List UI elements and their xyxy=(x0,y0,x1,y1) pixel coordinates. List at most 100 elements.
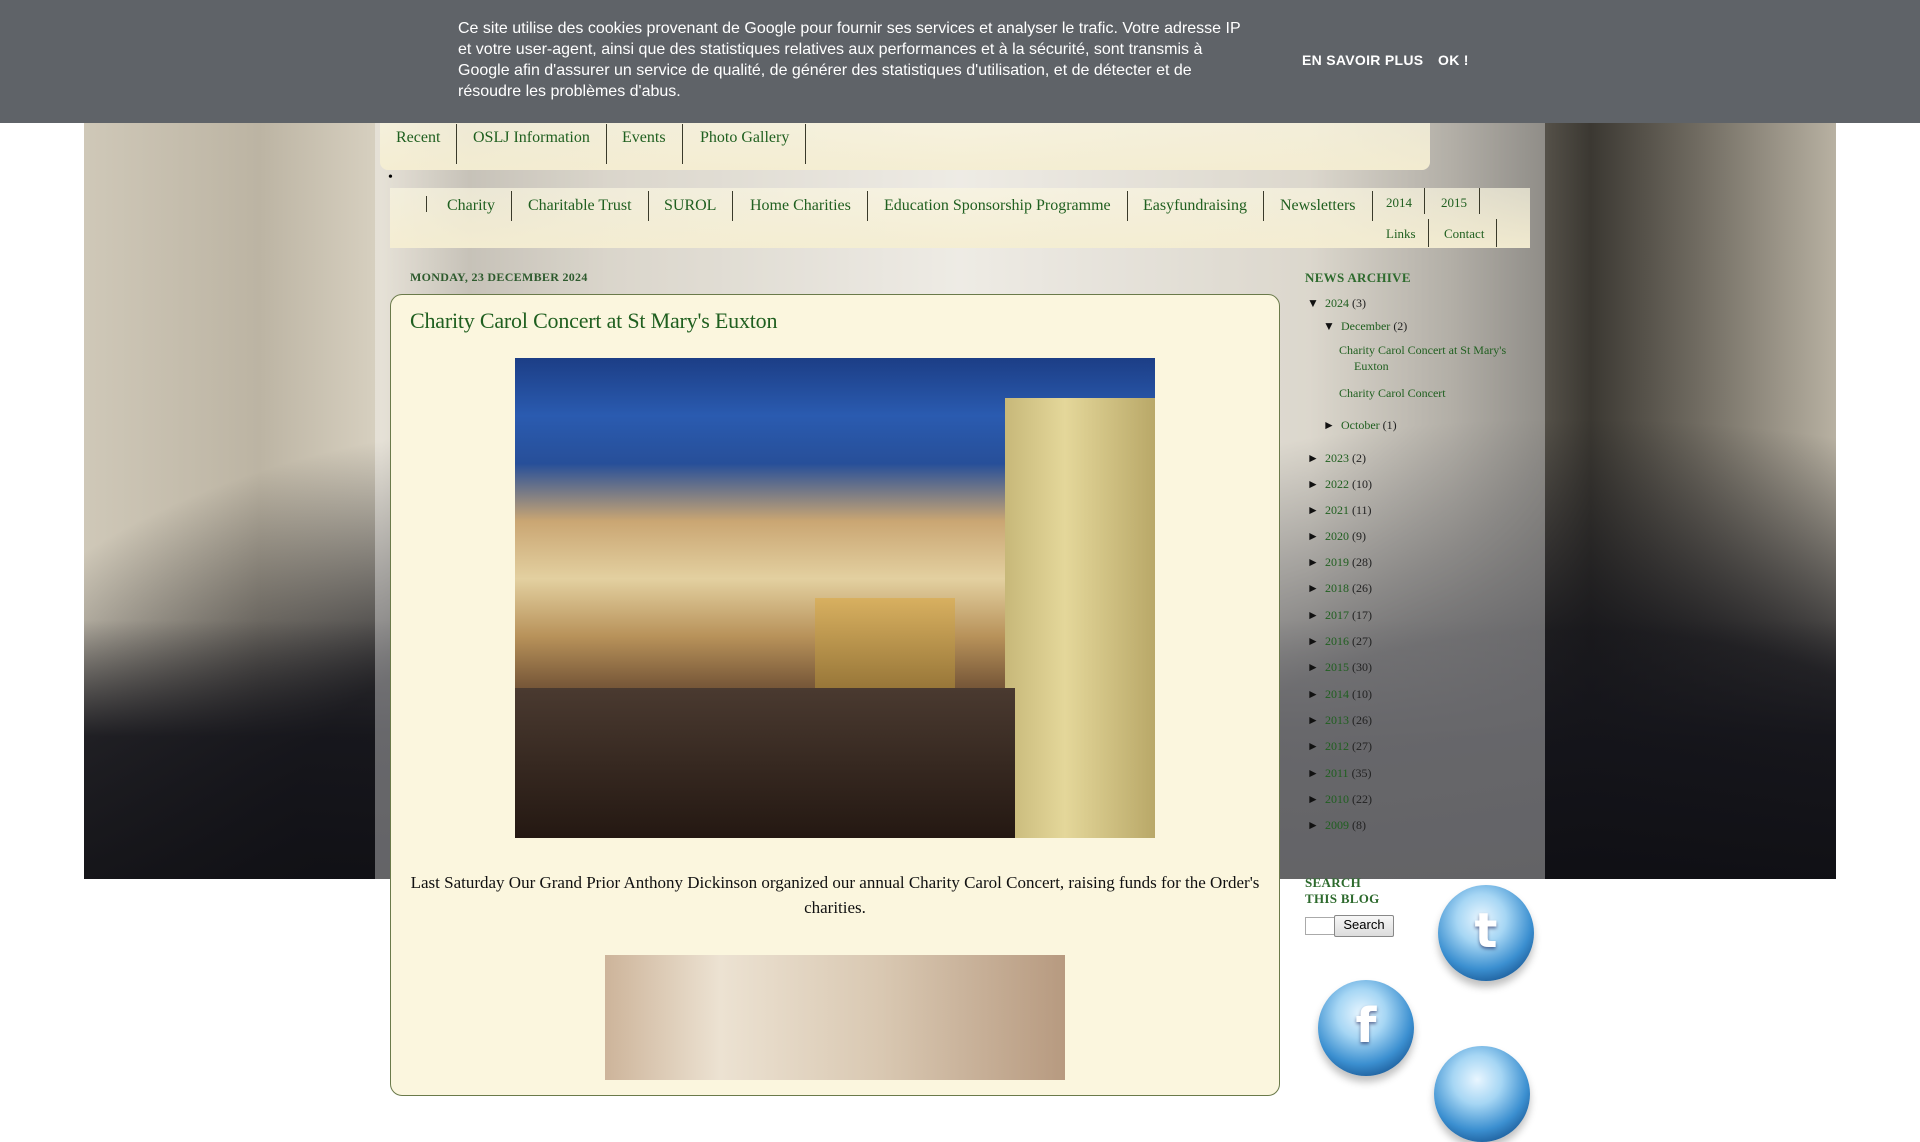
facebook-glyph: f xyxy=(1355,998,1377,1054)
search-heading-line2: THIS BLOG xyxy=(1305,891,1380,906)
archive-year-link[interactable]: 2019 xyxy=(1325,555,1349,569)
archive-year-link[interactable]: 2013 xyxy=(1325,713,1349,727)
expand-toggle[interactable]: ► xyxy=(1307,739,1325,754)
search-input[interactable] xyxy=(1305,917,1337,935)
search-button[interactable]: Search xyxy=(1334,915,1394,937)
tab-2015[interactable]: 2015 xyxy=(1429,188,1480,214)
archive-year-link[interactable]: 2011 xyxy=(1325,766,1349,780)
archive-year: ► 2020 (9) xyxy=(1307,529,1366,544)
tab-newsletters[interactable]: Newsletters xyxy=(1264,191,1373,221)
archive-year-link[interactable]: 2018 xyxy=(1325,581,1349,595)
cookie-ok-button[interactable]: OK ! xyxy=(1438,52,1469,68)
tab-home-charities[interactable]: Home Charities xyxy=(734,191,868,221)
tab-education-sponsorship[interactable]: Education Sponsorship Programme xyxy=(868,191,1128,221)
archive-count: (1) xyxy=(1382,418,1397,432)
search-heading: SEARCH THIS BLOG xyxy=(1305,875,1380,907)
tab-easyfundraising[interactable]: Easyfundraising xyxy=(1127,191,1264,221)
archive-year: ► 2016 (27) xyxy=(1307,634,1372,649)
archive-count: (10) xyxy=(1352,477,1372,491)
archive-month-link[interactable]: October xyxy=(1341,418,1380,432)
expand-toggle[interactable]: ► xyxy=(1307,581,1325,596)
expand-toggle[interactable]: ► xyxy=(1307,660,1325,675)
tab-events[interactable]: Events xyxy=(606,124,683,164)
tab-links[interactable]: Links xyxy=(1374,219,1429,247)
expand-toggle[interactable]: ► xyxy=(1307,451,1325,466)
archive-year-link[interactable]: 2009 xyxy=(1325,818,1349,832)
expand-toggle[interactable]: ► xyxy=(1307,792,1325,807)
archive-count: (22) xyxy=(1352,792,1372,806)
social-icon-partial[interactable] xyxy=(1434,1046,1530,1142)
archive-year: ► 2019 (28) xyxy=(1307,555,1372,570)
tab-oslj-information[interactable]: OSLJ Information xyxy=(457,124,607,164)
tab-surol[interactable]: SUROL xyxy=(648,191,734,221)
archive-count: (28) xyxy=(1352,555,1372,569)
archive-year: ► 2012 (27) xyxy=(1307,739,1372,754)
photo-congregation xyxy=(515,688,1015,838)
archive-month-link[interactable]: December xyxy=(1341,319,1390,333)
archive-count: (35) xyxy=(1351,766,1372,780)
expand-toggle[interactable]: ► xyxy=(1307,687,1325,702)
archive-count: (10) xyxy=(1352,687,1372,701)
archive-year-link[interactable]: 2020 xyxy=(1325,529,1349,543)
archive-count: (26) xyxy=(1352,581,1372,595)
archive-count: (26) xyxy=(1352,713,1372,727)
expand-toggle[interactable]: ► xyxy=(1307,766,1325,781)
archive-year-link[interactable]: 2022 xyxy=(1325,477,1349,491)
second-photo[interactable] xyxy=(605,955,1065,1080)
archive-year-link[interactable]: 2014 xyxy=(1325,687,1349,701)
expand-toggle[interactable]: ► xyxy=(1323,418,1341,433)
archive-post-link[interactable]: Charity Carol Concert xyxy=(1339,385,1514,401)
tab-contact[interactable]: Contact xyxy=(1432,219,1498,247)
archive-year: ► 2022 (10) xyxy=(1307,477,1372,492)
archive-year-link[interactable]: 2023 xyxy=(1325,451,1349,465)
expand-toggle[interactable]: ► xyxy=(1307,477,1325,492)
archive-count: (2) xyxy=(1352,451,1366,465)
twitter-glyph: t xyxy=(1474,903,1498,959)
tab-2014[interactable]: 2014 xyxy=(1374,188,1425,214)
post-body: Last Saturday Our Grand Prior Anthony Di… xyxy=(410,873,1260,917)
church-interior-photo[interactable] xyxy=(515,358,1155,838)
post-date: MONDAY, 23 DECEMBER 2024 xyxy=(410,270,588,284)
archive-year: ► 2023 (2) xyxy=(1307,451,1366,466)
sub-nav-divider xyxy=(426,196,427,212)
archive-year: ► 2010 (22) xyxy=(1307,792,1372,807)
facebook-icon[interactable]: f xyxy=(1318,980,1414,1076)
archive-year: ► 2013 (26) xyxy=(1307,713,1372,728)
tab-recent[interactable]: Recent xyxy=(380,124,458,164)
tab-photo-gallery[interactable]: Photo Gallery xyxy=(684,124,807,164)
archive-year-link[interactable]: 2015 xyxy=(1325,660,1349,674)
expand-toggle[interactable]: ► xyxy=(1307,555,1325,570)
expand-toggle[interactable]: ► xyxy=(1307,529,1325,544)
archive-count: (8) xyxy=(1352,818,1366,832)
expand-toggle[interactable]: ► xyxy=(1307,713,1325,728)
archive-year: ► 2014 (10) xyxy=(1307,687,1372,702)
archive-year-link[interactable]: 2010 xyxy=(1325,792,1349,806)
archive-year-link[interactable]: 2021 xyxy=(1325,503,1349,517)
archive-year-2024: ▼ 2024 (3) xyxy=(1307,296,1366,311)
archive-year-link[interactable]: 2016 xyxy=(1325,634,1349,648)
post-title[interactable]: Charity Carol Concert at St Mary's Euxto… xyxy=(410,308,777,334)
archive-count: (17) xyxy=(1352,608,1372,622)
archive-heading: NEWS ARCHIVE xyxy=(1305,270,1411,285)
photo-pillar xyxy=(1005,398,1155,838)
learn-more-button[interactable]: EN SAVOIR PLUS xyxy=(1302,52,1423,68)
archive-post-link[interactable]: Charity Carol Concert at St Mary's Euxto… xyxy=(1339,342,1514,374)
archive-year: ► 2017 (17) xyxy=(1307,608,1372,623)
collapse-toggle[interactable]: ▼ xyxy=(1323,319,1341,334)
expand-toggle[interactable]: ► xyxy=(1307,634,1325,649)
tab-charitable-trust[interactable]: Charitable Trust xyxy=(512,191,649,221)
twitter-icon[interactable]: t xyxy=(1438,885,1534,981)
expand-toggle[interactable]: ► xyxy=(1307,608,1325,623)
archive-count: (3) xyxy=(1352,296,1366,310)
expand-toggle[interactable]: ► xyxy=(1307,818,1325,833)
tab-charity[interactable]: Charity xyxy=(431,191,512,221)
archive-year: ► 2018 (26) xyxy=(1307,581,1372,596)
archive-count: (27) xyxy=(1352,634,1372,648)
cookie-text: Ce site utilise des cookies provenant de… xyxy=(458,20,1241,100)
archive-year-link[interactable]: 2012 xyxy=(1325,739,1349,753)
archive-count: (30) xyxy=(1352,660,1372,674)
archive-year-link[interactable]: 2017 xyxy=(1325,608,1349,622)
archive-year-link[interactable]: 2024 xyxy=(1325,296,1349,310)
expand-toggle[interactable]: ► xyxy=(1307,503,1325,518)
collapse-toggle[interactable]: ▼ xyxy=(1307,296,1325,311)
